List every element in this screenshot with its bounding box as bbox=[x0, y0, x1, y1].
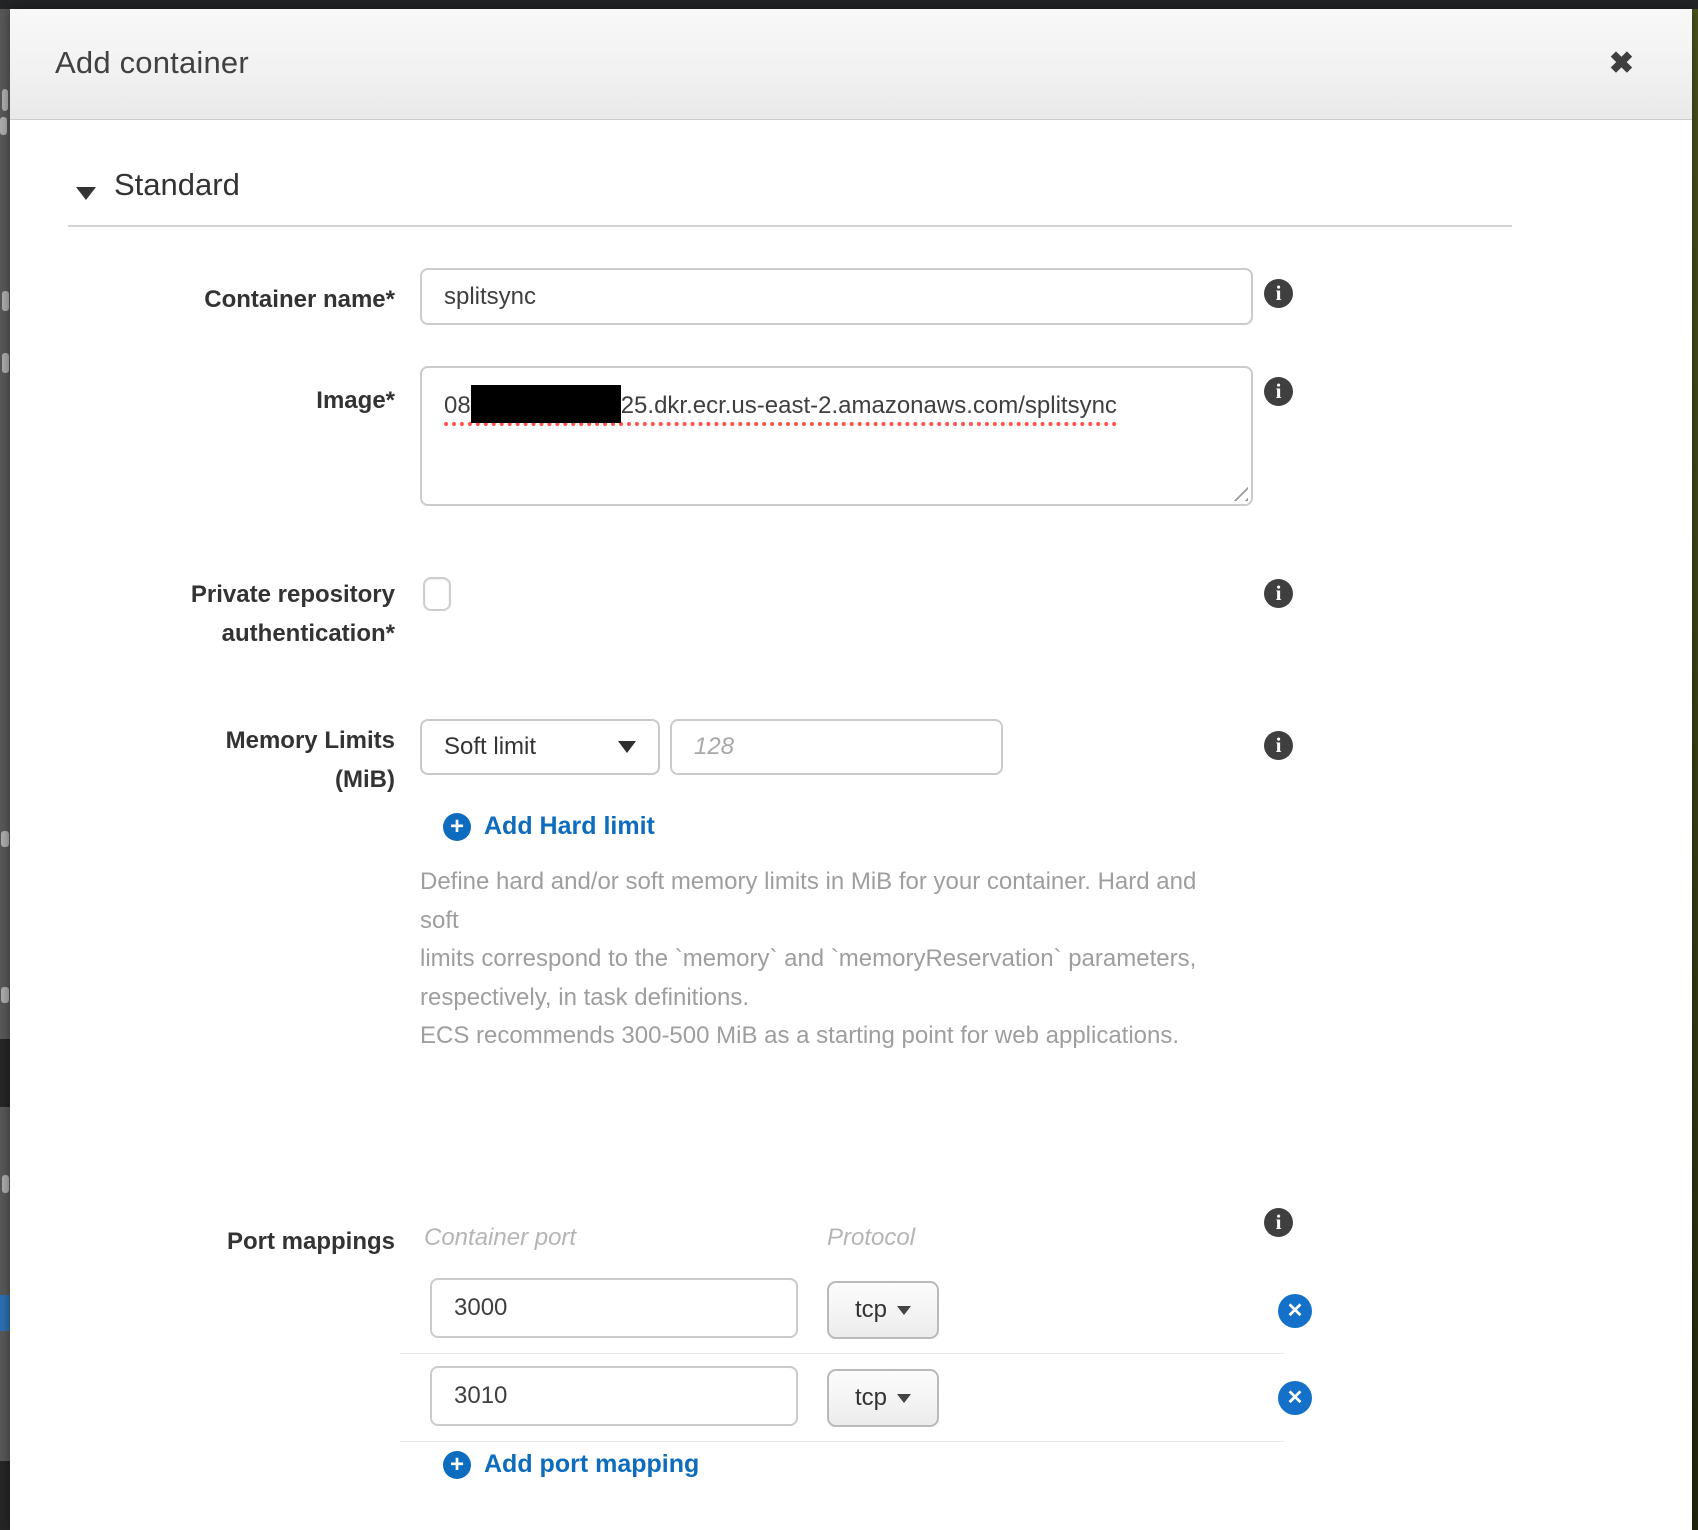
protocol-value: tcp bbox=[855, 1296, 887, 1324]
modal-header: Add container ✖ bbox=[10, 9, 1692, 120]
remove-port-mapping-icon[interactable]: ✕ bbox=[1278, 1381, 1312, 1415]
close-icon[interactable]: ✖ bbox=[1609, 49, 1634, 79]
port-mappings-label: Port mappings bbox=[10, 1222, 395, 1261]
section-divider bbox=[68, 225, 1512, 227]
memory-limits-label-line1: Memory Limits bbox=[10, 721, 395, 760]
image-value-suffix: 25.dkr.ecr.us-east-2.amazonaws.com/split… bbox=[621, 392, 1117, 419]
memory-limits-label: Memory Limits (MiB) bbox=[10, 721, 395, 799]
info-icon[interactable]: i bbox=[1264, 377, 1293, 406]
row-divider bbox=[400, 1353, 1284, 1354]
section-collapse-caret-icon[interactable] bbox=[76, 187, 96, 200]
image-textarea[interactable]: 08 25.dkr.ecr.us-east-2.amazonaws.com/spl… bbox=[420, 366, 1253, 506]
info-icon[interactable]: i bbox=[1264, 1208, 1293, 1237]
plus-icon: + bbox=[443, 1451, 471, 1479]
image-value: 08 25.dkr.ecr.us-east-2.amazonaws.com/spl… bbox=[444, 392, 1117, 426]
container-port-input[interactable] bbox=[430, 1366, 798, 1426]
memory-limit-type-select[interactable]: Soft limit bbox=[420, 719, 660, 775]
background-page-left-sliver bbox=[0, 9, 10, 1530]
help-line: Define hard and/or soft memory limits in… bbox=[420, 863, 1220, 940]
add-port-mapping-button[interactable]: + Add port mapping bbox=[443, 1450, 699, 1479]
info-icon[interactable]: i bbox=[1264, 279, 1293, 308]
chevron-down-icon bbox=[897, 1394, 911, 1403]
container-name-label: Container name* bbox=[10, 280, 395, 319]
memory-limit-value-input[interactable] bbox=[670, 719, 1003, 775]
memory-limit-type-value: Soft limit bbox=[444, 733, 536, 761]
background-page-fragment bbox=[0, 1039, 10, 1107]
add-hard-limit-button[interactable]: + Add Hard limit bbox=[443, 812, 655, 841]
section-title[interactable]: Standard bbox=[114, 167, 240, 203]
container-name-input[interactable] bbox=[420, 268, 1253, 325]
background-page-fragment bbox=[1, 987, 9, 1003]
private-repo-auth-label: Private repository authentication* bbox=[10, 575, 395, 653]
redaction-box bbox=[471, 385, 621, 423]
row-divider bbox=[400, 1441, 1284, 1442]
background-page-fragment bbox=[2, 291, 9, 311]
memory-limits-label-line2: (MiB) bbox=[10, 760, 395, 799]
add-container-modal: Add container ✖ Standard Container name*… bbox=[10, 9, 1692, 1530]
container-port-input[interactable] bbox=[430, 1278, 798, 1338]
background-page-fragment bbox=[2, 89, 8, 111]
add-port-mapping-label: Add port mapping bbox=[484, 1450, 699, 1479]
background-page-fragment bbox=[2, 1175, 9, 1193]
textarea-resize-handle-icon[interactable] bbox=[1233, 486, 1248, 501]
private-repo-auth-label-line2: authentication* bbox=[10, 614, 395, 653]
modal-title: Add container bbox=[55, 45, 249, 81]
protocol-value: tcp bbox=[855, 1384, 887, 1412]
add-hard-limit-label: Add Hard limit bbox=[484, 812, 655, 841]
chevron-down-icon bbox=[897, 1306, 911, 1315]
protocol-select[interactable]: tcp bbox=[827, 1281, 939, 1339]
background-page-fragment bbox=[0, 117, 7, 135]
help-line: limits correspond to the `memory` and `m… bbox=[420, 940, 1220, 979]
background-page-top-edge bbox=[0, 0, 1698, 9]
background-page-fragment bbox=[0, 1295, 10, 1331]
background-page-fragment bbox=[2, 353, 9, 373]
protocol-column-header: Protocol bbox=[827, 1224, 915, 1252]
container-port-column-header: Container port bbox=[424, 1224, 576, 1252]
screen: Add container ✖ Standard Container name*… bbox=[0, 0, 1698, 1530]
image-label: Image* bbox=[10, 381, 395, 420]
remove-port-mapping-icon[interactable]: ✕ bbox=[1278, 1294, 1312, 1328]
info-icon[interactable]: i bbox=[1264, 579, 1293, 608]
plus-icon: + bbox=[443, 813, 471, 841]
private-repo-auth-checkbox[interactable] bbox=[423, 577, 451, 611]
private-repo-auth-label-line1: Private repository bbox=[10, 575, 395, 614]
background-page-right-edge bbox=[1692, 9, 1698, 1530]
help-line: ECS recommends 300-500 MiB as a starting… bbox=[420, 1017, 1220, 1056]
info-icon[interactable]: i bbox=[1264, 731, 1293, 760]
memory-limits-help-text: Define hard and/or soft memory limits in… bbox=[420, 863, 1220, 1056]
background-page-fragment bbox=[1, 831, 9, 847]
help-line: respectively, in task definitions. bbox=[420, 979, 1220, 1018]
chevron-down-icon bbox=[618, 741, 636, 753]
background-page-fragment bbox=[0, 1461, 10, 1530]
protocol-select[interactable]: tcp bbox=[827, 1369, 939, 1427]
image-value-prefix: 08 bbox=[444, 392, 471, 419]
